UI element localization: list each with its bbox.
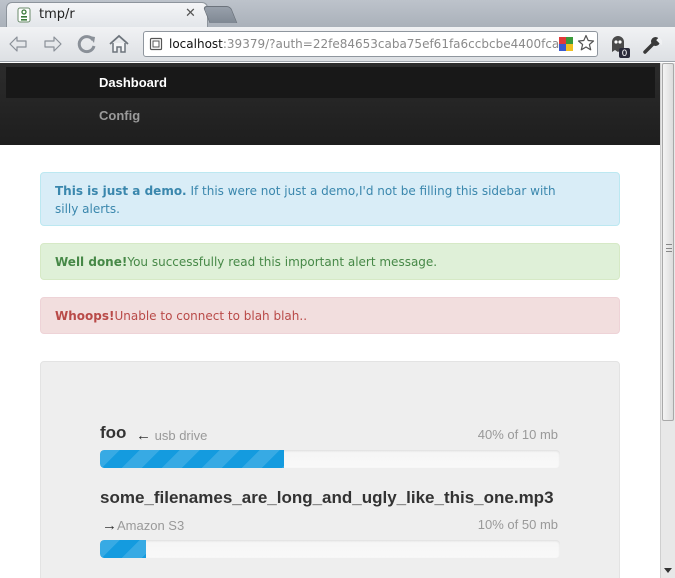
extension-badge-count: 0: [622, 49, 628, 58]
scrollbar-thumb[interactable]: [662, 63, 674, 421]
alert-text: Unable to connect to blah blah..: [114, 309, 308, 323]
vertical-scrollbar[interactable]: [660, 63, 675, 578]
new-tab-button[interactable]: [202, 6, 238, 23]
nav-item-config[interactable]: Config: [6, 101, 655, 131]
destination-label: usb drive: [154, 428, 208, 443]
uploads-panel: foo ← usb drive 40% of 10 mb some_filena…: [40, 361, 620, 578]
alert-strong: Well done!: [55, 255, 128, 269]
nav-item-dashboard[interactable]: Dashboard: [6, 67, 655, 98]
alert-strong: This is just a demo.: [55, 184, 187, 198]
info-alert: This is just a demo. If this were not ju…: [40, 172, 620, 226]
progress-fill: [100, 450, 284, 468]
tab-title: tmp/r: [39, 7, 75, 22]
progress-fill: [100, 540, 146, 558]
reload-icon[interactable]: [75, 32, 99, 56]
url-text[interactable]: localhost:39379/?auth=22fe84653caba75ef6…: [169, 37, 559, 53]
url-host: localhost: [169, 37, 223, 51]
navbar: Dashboard Config: [0, 63, 660, 145]
color-extension-icon[interactable]: [558, 36, 574, 52]
success-alert: Well done!You successfully read this imp…: [40, 243, 620, 280]
nav-item-label: Dashboard: [99, 75, 167, 90]
alert-text: You successfully read this important ale…: [127, 255, 438, 269]
upload-size-text: 10% of 50 mb: [477, 517, 558, 532]
upload-file-name: some_filenames_are_long_and_ugly_like_th…: [100, 488, 554, 507]
wrench-menu-icon[interactable]: [642, 35, 662, 55]
upload-size-text: 40% of 10 mb: [477, 427, 558, 442]
browser-tab[interactable]: tmp/r ✕: [6, 2, 208, 27]
tab-close-icon[interactable]: ✕: [185, 7, 196, 21]
scrollbar-grip-icon: [666, 244, 672, 252]
upload-destination: →Amazon S3: [102, 517, 184, 534]
tmux-favicon-icon: [17, 7, 31, 23]
browser-tab-strip: tmp/r ✕: [0, 0, 675, 27]
scroll-down-arrow-icon[interactable]: [661, 563, 675, 577]
page-icon: [149, 37, 163, 51]
ghost-extension-icon[interactable]: 0: [609, 34, 631, 58]
page-viewport: Dashboard Config This is just a demo. If…: [0, 63, 660, 578]
alert-strong: Whoops!: [55, 309, 115, 323]
bookmark-star-icon[interactable]: [577, 34, 595, 52]
upload-destination: ← usb drive: [136, 427, 207, 444]
address-bar[interactable]: localhost:39379/?auth=22fe84653caba75ef6…: [143, 31, 598, 57]
browser-toolbar: localhost:39379/?auth=22fe84653caba75ef6…: [0, 27, 675, 62]
upload-file-name: foo: [100, 423, 127, 442]
upload-progress-bar: [100, 540, 560, 558]
nav-item-label: Config: [99, 108, 141, 123]
direction-arrow-icon: ←: [136, 427, 151, 444]
back-arrow-icon[interactable]: [6, 32, 30, 56]
forward-arrow-icon[interactable]: [41, 32, 65, 56]
error-alert: Whoops!Unable to connect to blah blah..: [40, 297, 620, 334]
home-icon[interactable]: [107, 32, 131, 56]
destination-label: Amazon S3: [117, 518, 185, 533]
upload-progress-bar: [100, 450, 560, 468]
url-path: :39379/?auth=22fe84653caba75ef61fa6ccbcb…: [222, 37, 559, 51]
direction-arrow-icon: →: [102, 517, 117, 534]
